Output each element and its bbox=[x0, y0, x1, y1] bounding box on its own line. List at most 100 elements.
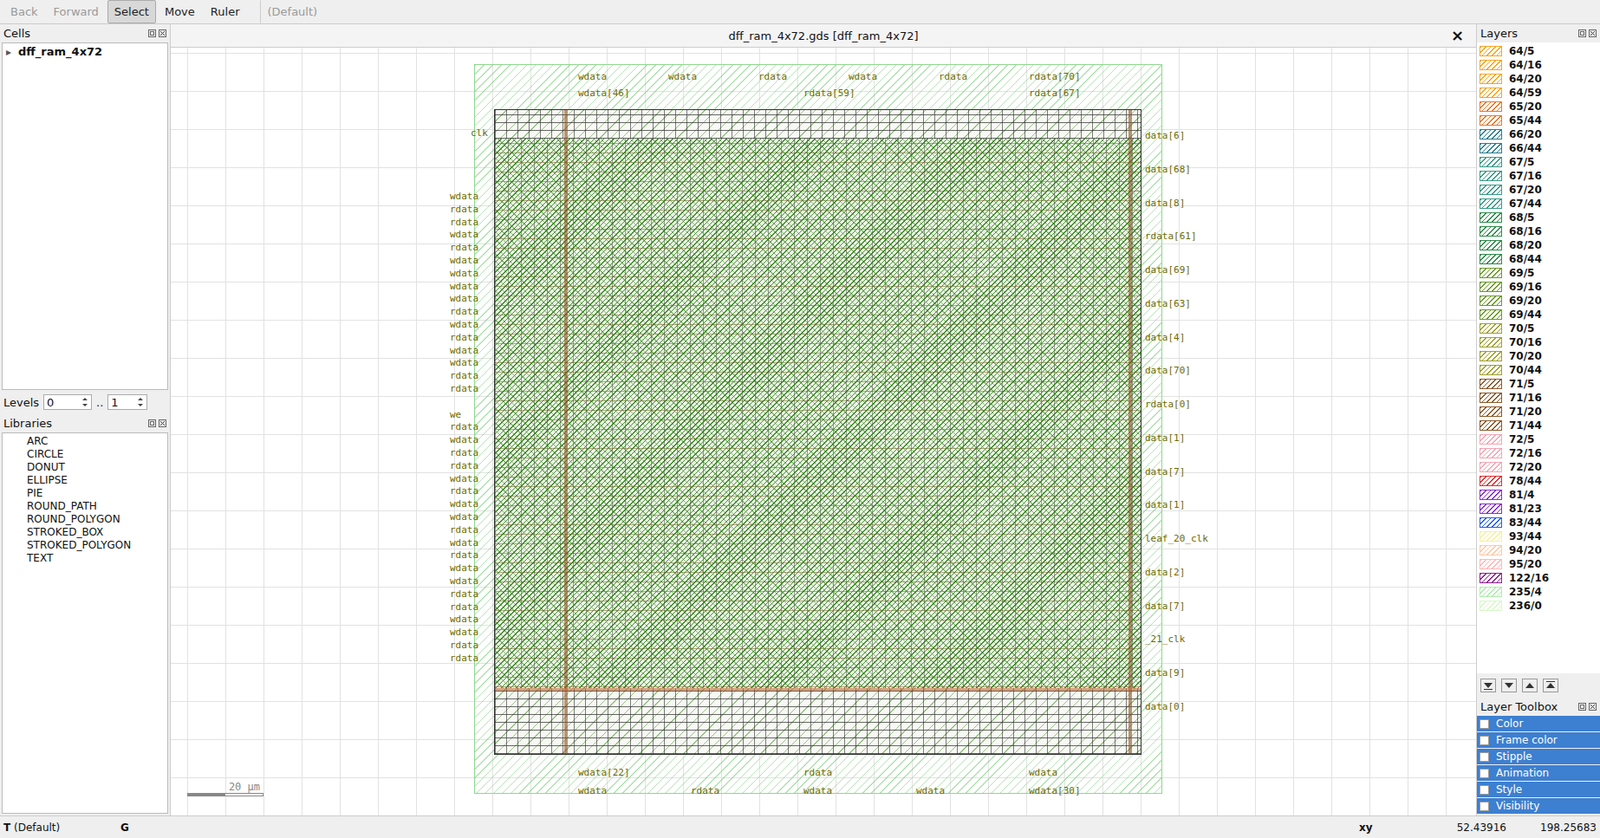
pin-label: data[9] bbox=[1144, 667, 1185, 679]
cell-item[interactable]: ▸dff_ram_4x72 bbox=[6, 45, 164, 59]
library-item[interactable]: ARC bbox=[26, 435, 168, 449]
layer-item[interactable]: 78/44 bbox=[1476, 474, 1600, 488]
library-item[interactable]: TEXT bbox=[26, 552, 168, 566]
level-to-spinbox[interactable]: 1 bbox=[107, 394, 148, 410]
layer-item[interactable]: 65/20 bbox=[1476, 99, 1600, 114]
toolbox-section[interactable]: Color bbox=[1476, 715, 1600, 732]
float-icon[interactable] bbox=[1578, 702, 1587, 711]
layer-item[interactable]: 71/44 bbox=[1476, 418, 1600, 433]
layer-swatch bbox=[1479, 212, 1503, 223]
layer-name: 69/16 bbox=[1508, 280, 1542, 293]
layer-item[interactable]: 83/44 bbox=[1476, 515, 1600, 530]
layer-item[interactable]: 94/20 bbox=[1476, 543, 1600, 558]
layer-item[interactable]: 68/16 bbox=[1476, 224, 1600, 239]
expand-toggle[interactable]: ▸ bbox=[6, 45, 12, 59]
layer-item[interactable]: 81/4 bbox=[1476, 487, 1600, 502]
layer-item[interactable]: 64/59 bbox=[1476, 85, 1600, 100]
layer-item[interactable]: 93/44 bbox=[1476, 529, 1600, 544]
spin-arrows-icon[interactable] bbox=[81, 396, 89, 409]
close-icon[interactable] bbox=[1588, 702, 1597, 711]
section-toggle[interactable] bbox=[1479, 768, 1490, 779]
close-icon[interactable] bbox=[158, 419, 167, 428]
toolbar-button[interactable]: Ruler bbox=[203, 0, 248, 24]
move-down-icon[interactable] bbox=[1501, 678, 1517, 693]
layer-swatch bbox=[1479, 545, 1503, 556]
move-up-icon[interactable] bbox=[1521, 678, 1538, 693]
toolbox-section[interactable]: Animation bbox=[1476, 765, 1600, 781]
layer-item[interactable]: 235/4 bbox=[1476, 585, 1600, 599]
library-item[interactable]: ELLIPSE bbox=[26, 474, 168, 488]
layer-item[interactable]: 95/20 bbox=[1476, 557, 1600, 572]
layer-item[interactable]: 65/44 bbox=[1476, 113, 1600, 128]
pin-label: wdata bbox=[449, 537, 479, 549]
close-view-button[interactable]: × bbox=[1450, 26, 1464, 45]
section-toggle[interactable] bbox=[1479, 785, 1490, 795]
layer-item[interactable]: 70/20 bbox=[1476, 349, 1600, 364]
library-item[interactable]: ROUND_POLYGON bbox=[26, 513, 168, 527]
layer-item[interactable]: 67/20 bbox=[1476, 182, 1600, 197]
toolbox-section[interactable]: Visibility bbox=[1476, 798, 1600, 814]
layer-item[interactable]: 69/44 bbox=[1476, 307, 1600, 322]
layer-item[interactable]: 66/44 bbox=[1476, 141, 1600, 156]
library-item[interactable]: ROUND_PATH bbox=[26, 500, 168, 514]
move-bottom-icon[interactable] bbox=[1480, 678, 1496, 693]
status-mode: T (Default) bbox=[3, 821, 121, 834]
layer-item[interactable]: 68/5 bbox=[1476, 210, 1600, 225]
layer-item[interactable]: 70/5 bbox=[1476, 321, 1600, 336]
pin-label: rdata bbox=[449, 241, 479, 254]
layer-item[interactable]: 70/16 bbox=[1476, 335, 1600, 350]
float-icon[interactable] bbox=[148, 419, 157, 428]
pin-label: wdata bbox=[449, 626, 479, 638]
layer-item[interactable]: 67/44 bbox=[1476, 196, 1600, 211]
library-item[interactable]: PIE bbox=[26, 487, 168, 501]
toolbar-button[interactable]: Move bbox=[157, 0, 202, 24]
pin-label: data[0] bbox=[1144, 701, 1185, 713]
layer-item[interactable]: 71/16 bbox=[1476, 390, 1600, 405]
layer-item[interactable]: 64/5 bbox=[1476, 44, 1600, 59]
section-toggle[interactable] bbox=[1479, 801, 1490, 812]
section-toggle[interactable] bbox=[1479, 735, 1490, 746]
library-item[interactable]: STROKED_POLYGON bbox=[26, 539, 168, 553]
float-icon[interactable] bbox=[148, 29, 157, 38]
move-top-icon[interactable] bbox=[1542, 678, 1559, 693]
toolbox-section[interactable]: Style bbox=[1476, 781, 1600, 798]
layer-item[interactable]: 64/20 bbox=[1476, 71, 1600, 86]
layer-item[interactable]: 68/44 bbox=[1476, 252, 1600, 267]
layer-item[interactable]: 72/5 bbox=[1476, 432, 1600, 447]
library-item[interactable]: STROKED_BOX bbox=[26, 526, 168, 540]
close-icon[interactable] bbox=[1588, 29, 1597, 38]
layer-item[interactable]: 236/0 bbox=[1476, 598, 1600, 613]
toolbox-section[interactable]: Frame color bbox=[1476, 732, 1600, 748]
pin-label: data[2] bbox=[1144, 566, 1185, 579]
layer-item[interactable]: 68/20 bbox=[1476, 238, 1600, 253]
level-from-spinbox[interactable]: 0 bbox=[43, 394, 92, 410]
layer-item[interactable]: 69/5 bbox=[1476, 266, 1600, 280]
close-icon[interactable] bbox=[158, 29, 167, 38]
layer-item[interactable]: 72/16 bbox=[1476, 446, 1600, 461]
layer-item[interactable]: 66/20 bbox=[1476, 127, 1600, 142]
layer-item[interactable]: 69/20 bbox=[1476, 293, 1600, 308]
layer-swatch bbox=[1479, 295, 1503, 306]
layer-item[interactable]: 70/44 bbox=[1476, 363, 1600, 378]
layer-item[interactable]: 64/16 bbox=[1476, 58, 1600, 72]
layer-item[interactable]: 67/5 bbox=[1476, 155, 1600, 170]
layer-item[interactable]: 69/16 bbox=[1476, 279, 1600, 294]
library-item[interactable]: DONUT bbox=[26, 461, 168, 475]
section-toggle[interactable] bbox=[1479, 719, 1490, 729]
layer-item[interactable]: 81/23 bbox=[1476, 501, 1600, 516]
layer-item[interactable]: 71/5 bbox=[1476, 377, 1600, 391]
float-icon[interactable] bbox=[1578, 29, 1587, 38]
toolbar: BackForwardSelectMoveRuler(Default) bbox=[0, 0, 1600, 25]
toolbar-button: (Default) bbox=[260, 0, 325, 24]
layer-item[interactable]: 67/16 bbox=[1476, 169, 1600, 183]
toolbar-button[interactable]: Select bbox=[107, 0, 157, 24]
layer-item[interactable]: 122/16 bbox=[1476, 571, 1600, 586]
layout-canvas[interactable]: clkwdatardatardatawdatardatawdatawdatawd… bbox=[170, 47, 1477, 816]
layer-swatch bbox=[1479, 364, 1503, 376]
section-toggle[interactable] bbox=[1479, 752, 1490, 762]
library-item[interactable]: CIRCLE bbox=[26, 448, 168, 462]
layer-item[interactable]: 72/20 bbox=[1476, 460, 1600, 475]
layer-item[interactable]: 71/20 bbox=[1476, 404, 1600, 419]
spin-arrows-icon[interactable] bbox=[136, 396, 144, 409]
toolbox-section[interactable]: Stipple bbox=[1476, 748, 1600, 765]
